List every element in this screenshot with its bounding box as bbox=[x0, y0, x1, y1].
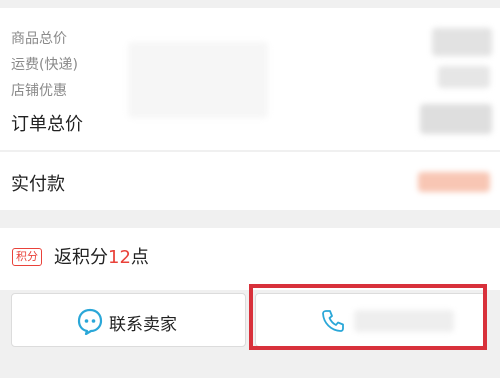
highlight-box bbox=[249, 284, 487, 350]
order-summary-card: 商品总价 运费(快递) 店铺优惠 订单总价 bbox=[0, 8, 500, 150]
points-badge: 积分 bbox=[12, 248, 42, 266]
points-prefix: 返积分 bbox=[54, 247, 108, 268]
points-suffix: 点 bbox=[130, 247, 149, 268]
blurred-value bbox=[432, 28, 492, 56]
points-card: 积分 返积分12点 bbox=[0, 228, 500, 290]
order-total-label: 订单总价 bbox=[11, 114, 83, 135]
blurred-value bbox=[438, 66, 490, 88]
shipping-label: 运费(快递) bbox=[11, 57, 78, 73]
contact-seller-label: 联系卖家 bbox=[109, 315, 177, 335]
paid-card: 实付款 bbox=[0, 152, 500, 210]
blurred-paid-amount bbox=[418, 172, 490, 192]
shop-discount-label: 店铺优惠 bbox=[11, 83, 67, 99]
chat-bubble-icon bbox=[77, 308, 103, 335]
paid-label: 实付款 bbox=[11, 174, 65, 195]
contact-seller-button[interactable]: 联系卖家 bbox=[11, 293, 246, 347]
points-amount: 12 bbox=[108, 247, 131, 268]
blurred-area bbox=[128, 42, 268, 118]
blurred-value bbox=[420, 104, 492, 134]
points-text: 返积分12点 bbox=[54, 243, 149, 269]
bottom-bar bbox=[0, 354, 500, 378]
goods-total-label: 商品总价 bbox=[11, 31, 67, 47]
